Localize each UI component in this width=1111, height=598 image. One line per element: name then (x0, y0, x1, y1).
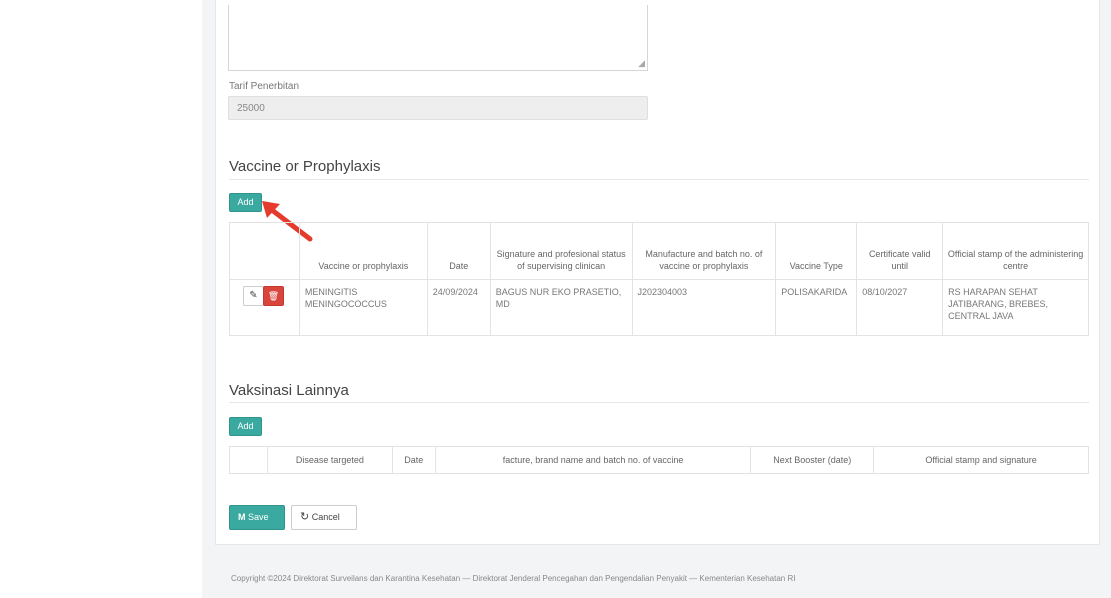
col-stamp: Official stamp of the administering cent… (942, 222, 1089, 280)
cancel-label: Cancel (311, 512, 340, 522)
vaccine-table: Vaccine or prophylaxis Date Signature an… (229, 222, 1089, 336)
add-other-vaccine-button[interactable]: Add (229, 417, 262, 436)
col-actions (229, 446, 268, 474)
vaccine-section-title: Vaccine or Prophylaxis (229, 158, 381, 175)
section-divider (229, 179, 1089, 180)
edit-icon[interactable]: ✎ (243, 286, 264, 306)
save-button[interactable]: M Save (229, 505, 285, 530)
col-actions (229, 222, 300, 280)
save-icon: M (238, 512, 246, 522)
col-manufacture: facture, brand name and batch no. of vac… (434, 446, 752, 474)
col-batch: Manufacture and batch no. of vaccine or … (631, 222, 777, 280)
cell-type: POLISAKARIDA (775, 279, 858, 336)
cell-date: 24/09/2024 (426, 279, 491, 336)
tarif-label: Tarif Penerbitan (229, 81, 300, 92)
resize-handle-icon[interactable]: ◢ (638, 58, 645, 69)
row-actions: ✎ 🗑 (229, 279, 300, 336)
col-clinician: Signature and profesional status of supe… (489, 222, 633, 280)
cancel-button[interactable]: ↻ Cancel (291, 505, 357, 530)
col-date: Date (426, 222, 491, 280)
cell-batch: J202304003 (631, 279, 777, 336)
cell-vaccine: MENINGITIS MENINGOCOCCUS (298, 279, 428, 336)
trash-icon[interactable]: 🗑 (263, 286, 284, 306)
col-type: Vaccine Type (775, 222, 858, 280)
col-stamp-signature: Official stamp and signature (873, 446, 1089, 474)
save-label: Save (248, 512, 269, 522)
left-gutter (0, 0, 202, 598)
col-next-booster: Next Booster (date) (750, 446, 875, 474)
col-date: Date (391, 446, 436, 474)
footer-copyright: Copyright ©2024 Direktorat Surveilans da… (231, 574, 796, 583)
col-vaccine: Vaccine or prophylaxis (298, 222, 428, 280)
vaccine-table-header: Vaccine or prophylaxis Date Signature an… (229, 222, 1089, 280)
notes-textarea[interactable]: ◢ (228, 5, 648, 71)
other-table-header: Disease targeted Date facture, brand nam… (229, 446, 1089, 474)
cell-stamp: RS HARAPAN SEHAT JATIBARANG, BREBES, CEN… (942, 279, 1089, 336)
table-row: ✎ 🗑 MENINGITIS MENINGOCOCCUS 24/09/2024 B… (229, 279, 1089, 336)
cell-clinician: BAGUS NUR EKO PRASETIO, MD (489, 279, 633, 336)
section-divider (229, 402, 1089, 403)
refresh-icon: ↻ (300, 511, 310, 523)
col-disease: Disease targeted (266, 446, 393, 474)
cell-valid-until: 08/10/2027 (856, 279, 944, 336)
other-vaccines-table: Disease targeted Date facture, brand nam… (229, 446, 1089, 474)
other-vaccines-title: Vaksinasi Lainnya (229, 382, 349, 399)
tarif-input: 25000 (228, 96, 648, 120)
col-valid-until: Certificate valid until (856, 222, 944, 280)
